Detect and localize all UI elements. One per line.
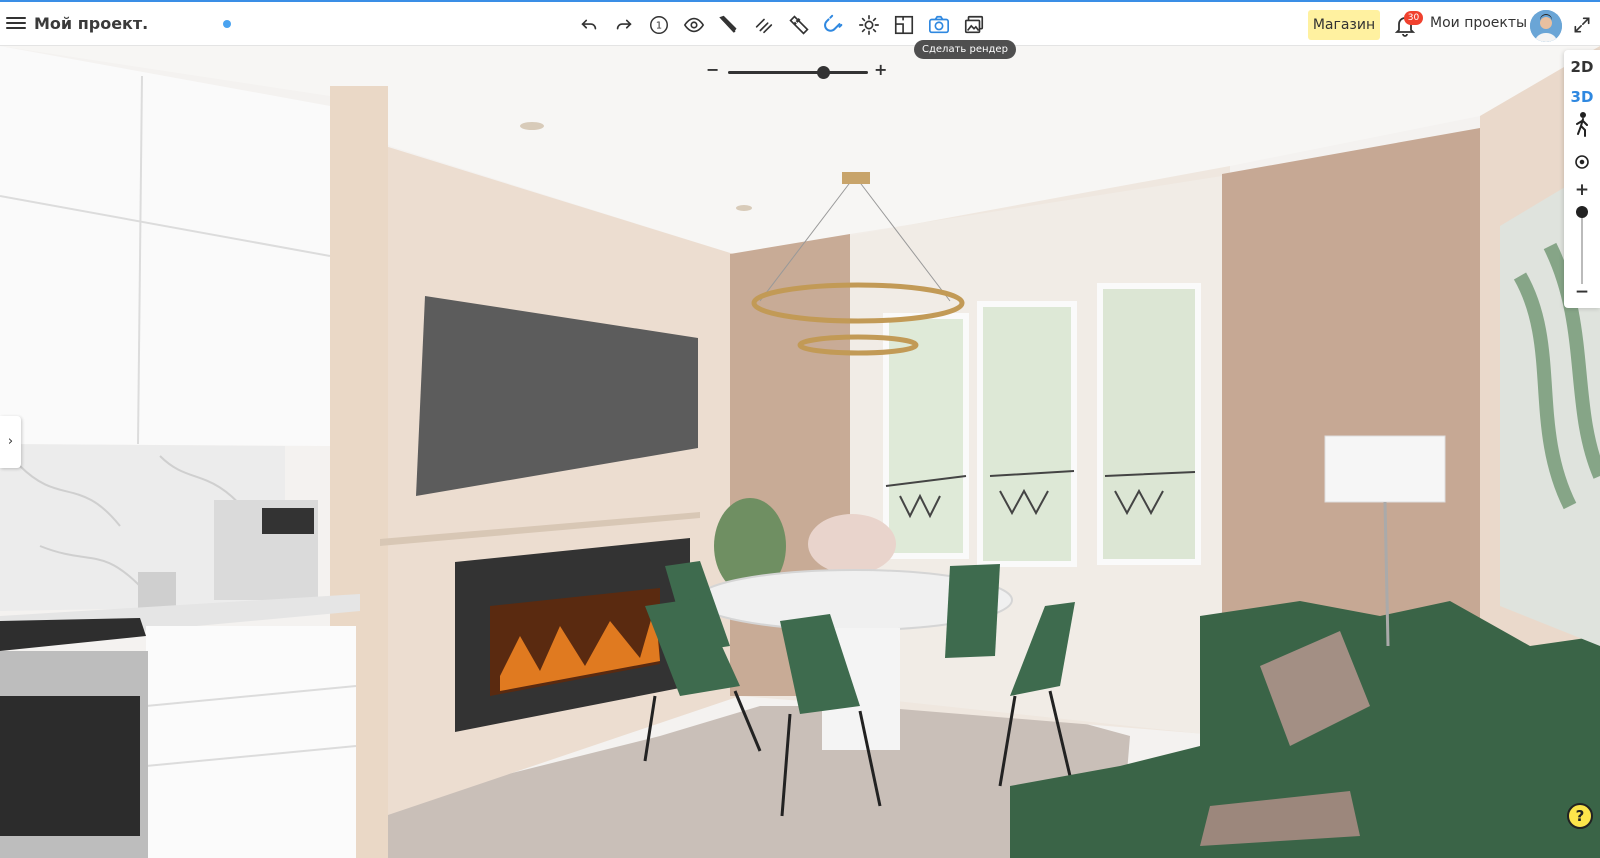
plan-icon: [894, 15, 914, 35]
visibility-button[interactable]: [678, 10, 710, 40]
zoom-out-button[interactable]: −: [706, 60, 719, 79]
fullscreen-icon[interactable]: [1572, 15, 1592, 35]
undo-icon: [581, 19, 597, 30]
lower-cabinets: [146, 626, 356, 858]
zoom-control: − +: [704, 60, 888, 82]
redo-icon: [616, 19, 632, 30]
redo-button[interactable]: [608, 10, 640, 40]
floor-number-label: 1: [656, 21, 662, 32]
chandelier-mount: [842, 172, 870, 184]
render-tooltip: Сделать рендер: [914, 40, 1016, 59]
my-projects-link[interactable]: Мои проекты: [1430, 15, 1527, 31]
ruler-icon: [789, 15, 809, 35]
camera-zoom-slider[interactable]: [1581, 212, 1583, 284]
render-button[interactable]: [923, 10, 955, 40]
flower-bouquet: [808, 514, 896, 574]
unsaved-indicator: [223, 20, 231, 28]
camera-zoom-knob[interactable]: [1576, 206, 1588, 218]
gallery-button[interactable]: [958, 10, 990, 40]
project-title[interactable]: Мой проект.: [34, 14, 148, 33]
room-render: [0, 46, 1600, 858]
wall-draw-button[interactable]: [748, 10, 780, 40]
shop-button[interactable]: Магазин: [1308, 10, 1380, 40]
floor-selector-button[interactable]: 1: [643, 10, 675, 40]
balcony-door: [1097, 283, 1201, 565]
gallery-icon: [964, 15, 984, 34]
3d-viewport[interactable]: − + 2D 3D + − › ?: [0, 46, 1600, 858]
avatar[interactable]: [1530, 10, 1562, 42]
plan-button[interactable]: [888, 10, 920, 40]
eye-icon: [683, 17, 705, 33]
zoom-slider[interactable]: [728, 66, 868, 79]
camera-zoom-in-button[interactable]: +: [1564, 180, 1600, 200]
ruler-button[interactable]: [783, 10, 815, 40]
reset-view-icon[interactable]: [1574, 154, 1590, 170]
pencil-icon: [719, 15, 737, 33]
floor-lamp-shade: [1324, 435, 1446, 503]
view-2d-button[interactable]: 2D: [1564, 58, 1600, 76]
hamburger-menu-icon[interactable]: [6, 14, 26, 32]
camera-icon: [929, 15, 949, 34]
main-toolbar: 1: [573, 10, 990, 40]
sun-icon: [859, 15, 879, 35]
expand-sidebar-chevron-icon[interactable]: ›: [0, 416, 21, 468]
camera-zoom-out-button[interactable]: −: [1564, 282, 1600, 302]
zoom-slider-knob[interactable]: [817, 66, 831, 79]
user-avatar-icon: [1530, 10, 1562, 42]
pencil-button[interactable]: [713, 10, 745, 40]
window-middle: [977, 301, 1077, 567]
floor-number-icon: 1: [650, 16, 668, 34]
ceiling-spot: [736, 205, 752, 211]
view-mode-panel: 2D 3D + −: [1564, 50, 1600, 308]
help-button[interactable]: ?: [1567, 803, 1593, 829]
gas-hob: [0, 618, 146, 651]
top-bar: Мой проект. 1 Магазин 30 Мои проекты: [0, 0, 1600, 46]
view-3d-button[interactable]: 3D: [1564, 88, 1600, 106]
wall-draw-icon: [755, 18, 773, 34]
undo-button[interactable]: [573, 10, 605, 40]
magnet-button[interactable]: [818, 10, 850, 40]
walk-mode-icon[interactable]: [1572, 112, 1592, 138]
lighting-button[interactable]: [853, 10, 885, 40]
notifications-badge: 30: [1404, 11, 1423, 25]
magnet-icon: [824, 14, 843, 32]
ceiling-spot: [520, 122, 544, 130]
zoom-in-button[interactable]: +: [874, 60, 887, 79]
